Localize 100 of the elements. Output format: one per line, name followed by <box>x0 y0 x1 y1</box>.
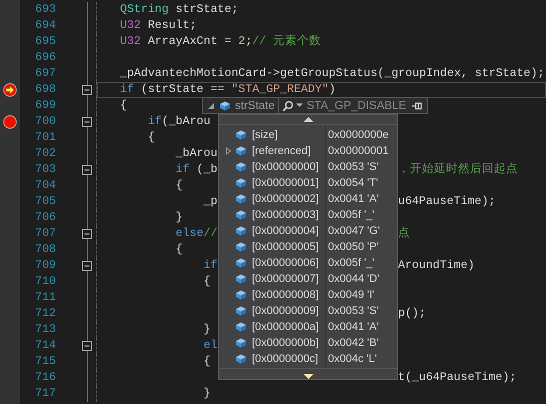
expand-icon[interactable] <box>226 147 230 155</box>
line-number: 693 <box>35 3 56 16</box>
code-line: { <box>202 274 210 290</box>
line-number: 713 <box>35 323 56 336</box>
code-line: { <box>202 354 210 370</box>
member-value: 0x0044 'D' <box>328 273 380 285</box>
code-line: _pAdvantechMotionCard->getGroupStatus(_groupIndex, strState); <box>120 66 544 82</box>
line-number: 712 <box>35 307 56 320</box>
collapse-icon[interactable] <box>82 261 92 271</box>
member-name: [0x00000005] <box>252 241 320 253</box>
field-icon <box>235 257 247 269</box>
code-line: { <box>146 130 155 146</box>
code-line: U32 Result; <box>120 18 197 34</box>
member-name: [0x00000002] <box>252 193 320 205</box>
line-number: 716 <box>35 371 56 384</box>
line-number: 701 <box>35 131 56 144</box>
value-label: STA_GP_DISABLE <box>306 100 406 112</box>
collapse-icon[interactable] <box>82 165 92 175</box>
line-number: 696 <box>35 51 56 64</box>
code-line: AroundTime) <box>398 258 476 274</box>
field-icon <box>235 337 247 349</box>
object-icon <box>219 100 231 112</box>
resize-grip-icon[interactable] <box>208 102 214 108</box>
member-name: [0x0000000a] <box>252 321 320 333</box>
code-line: t(_u64PauseTime); <box>398 370 518 386</box>
field-icon <box>235 305 247 317</box>
member-name: [0x00000003] <box>252 209 320 221</box>
code-line: if <box>202 258 218 274</box>
collapse-icon[interactable] <box>82 341 92 351</box>
member-value: 0x0054 'T' <box>328 177 378 189</box>
line-number: 708 <box>35 243 56 256</box>
code-line: el <box>202 338 218 354</box>
field-icon <box>235 193 247 205</box>
member-value: 0x0000000e <box>328 129 389 141</box>
member-name: [0x00000000] <box>252 161 320 173</box>
current-statement-icon[interactable] <box>3 83 17 97</box>
member-value: 0x0042 'B' <box>328 337 379 349</box>
line-number: 699 <box>35 99 56 112</box>
caret-icon[interactable] <box>296 103 303 108</box>
member-value: 0x0049 'I' <box>328 289 374 301</box>
field-icon <box>235 241 247 253</box>
member-name: [0x00000007] <box>252 273 320 285</box>
line-number: 700 <box>35 115 56 128</box>
expression-label: strState <box>235 100 275 112</box>
member-value: 0x004c 'L' <box>328 353 377 365</box>
member-name: [0x00000004] <box>252 225 320 237</box>
field-icon <box>235 161 247 173</box>
member-value: 0x00000001 <box>328 145 389 157</box>
line-number: 717 <box>35 387 56 400</box>
member-value: 0x005f '_' <box>328 257 374 269</box>
line-number: 705 <box>35 195 56 208</box>
member-name: [size] <box>252 129 279 141</box>
member-value: 0x0041 'A' <box>328 321 379 333</box>
member-value: 0x0050 'P' <box>328 241 379 253</box>
line-number: 698 <box>35 83 56 96</box>
code-line: if (strState == "STA_GP_READY") <box>120 82 336 98</box>
code-line: U32 ArrayAxCnt = 2;// 元素个数 <box>120 34 322 50</box>
line-number: 704 <box>35 179 56 192</box>
field-icon <box>235 273 247 285</box>
member-value: 0x0053 'S' <box>328 305 379 317</box>
search-icon[interactable] <box>282 100 294 112</box>
code-line: } <box>202 322 210 338</box>
line-number: 710 <box>35 275 56 288</box>
member-value: 0x0047 'G' <box>328 225 380 237</box>
line-number: 706 <box>35 211 56 224</box>
field-icon <box>235 353 247 365</box>
field-icon <box>235 177 247 189</box>
code-line: else// <box>174 226 218 242</box>
line-number: 702 <box>35 147 56 160</box>
scroll-down-icon[interactable] <box>302 374 314 379</box>
line-number: 703 <box>35 163 56 176</box>
scroll-up-icon[interactable] <box>302 117 314 122</box>
field-icon <box>235 289 247 301</box>
line-number: 715 <box>35 355 56 368</box>
line-number: 694 <box>35 19 56 32</box>
line-number: 711 <box>35 291 56 304</box>
code-line: _p <box>202 194 218 210</box>
code-line: u64PauseTime); <box>398 194 496 210</box>
field-icon <box>235 129 247 141</box>
member-name: [0x00000008] <box>252 289 320 301</box>
field-icon <box>235 145 247 157</box>
collapse-icon[interactable] <box>82 85 92 95</box>
member-name: [0x00000001] <box>252 177 320 189</box>
collapse-icon[interactable] <box>82 229 92 239</box>
member-name: [referenced] <box>252 145 312 157</box>
code-line: { <box>174 178 183 194</box>
collapse-icon[interactable] <box>82 117 92 127</box>
code-line: { <box>120 98 127 114</box>
pin-icon[interactable] <box>411 100 424 110</box>
line-number: 714 <box>35 339 56 352</box>
code-line: _bArou <box>174 146 218 162</box>
member-name: [0x0000000b] <box>252 337 320 349</box>
code-line: } <box>202 386 210 402</box>
field-icon <box>235 321 247 333</box>
line-number: 697 <box>35 67 56 80</box>
member-value: 0x0053 'S' <box>328 161 379 173</box>
breakpoint-icon[interactable] <box>3 115 17 129</box>
member-value: 0x0041 'A' <box>328 193 379 205</box>
code-line: { <box>174 242 183 258</box>
field-icon <box>235 225 247 237</box>
